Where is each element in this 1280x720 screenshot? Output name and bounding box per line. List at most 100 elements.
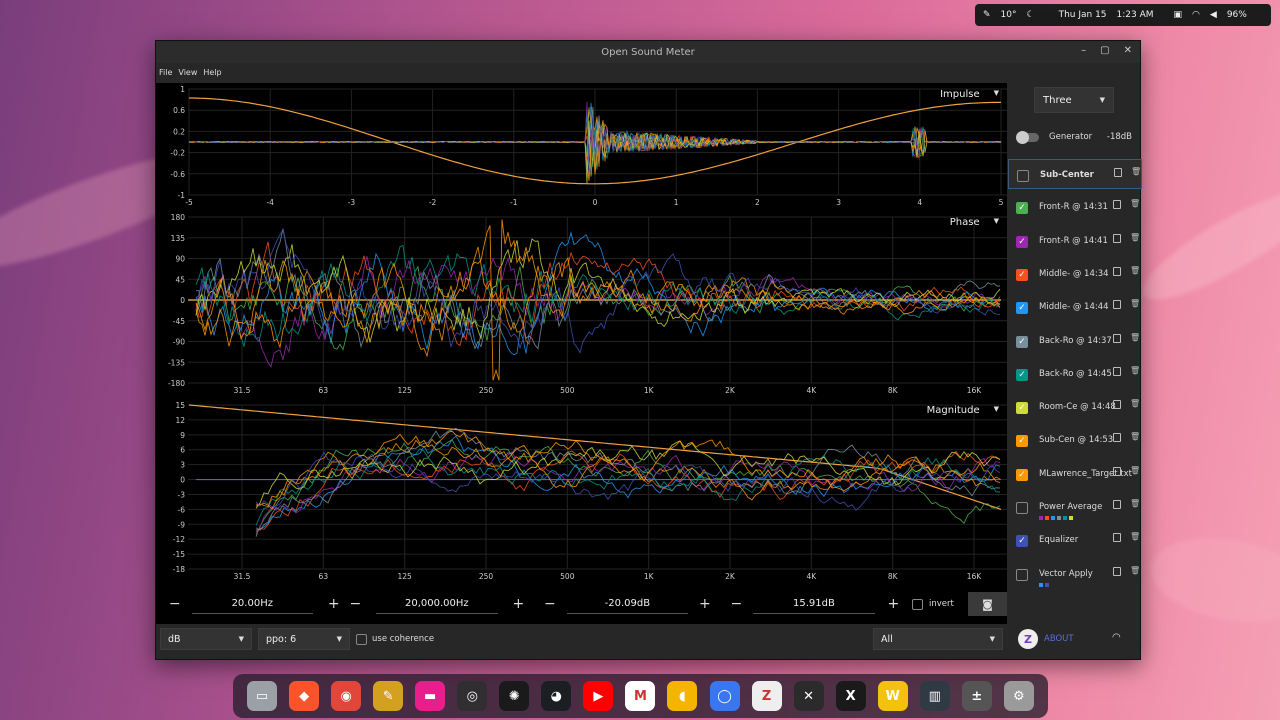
source-checkbox[interactable]: ✓ <box>1016 402 1028 415</box>
delete-icon[interactable]: 🗑 <box>1130 266 1140 275</box>
ppo-select[interactable]: ppo: 6 ▼ <box>258 628 350 650</box>
pen-icon[interactable]: ✎ <box>983 10 991 20</box>
menu-view[interactable]: View <box>178 68 197 77</box>
copy-icon[interactable] <box>1113 433 1121 443</box>
generator-level[interactable]: -18dB <box>1107 132 1132 142</box>
db-max-plus-button[interactable]: + <box>883 596 905 612</box>
source-checkbox[interactable]: ✓ <box>1016 535 1028 548</box>
impulse-selector[interactable]: Impulse ▼ <box>940 89 999 100</box>
dock-w-icon[interactable]: W <box>877 681 908 711</box>
delete-icon[interactable]: 🗑 <box>1130 333 1140 342</box>
dock-chatgpt-icon[interactable]: ✺ <box>499 681 530 711</box>
copy-icon[interactable] <box>1113 300 1121 310</box>
impulse-plot[interactable]: 1 0.6 0.2 -0.2 -0.6 -1 -5 -4 -3 -2 -1 0 1 2 3 4 5 Impuls… <box>156 83 1007 209</box>
phase-plot[interactable]: 180 135 90 45 0 -45 -90 -135 -180 31.5 63 125 250 500… <box>156 211 1007 397</box>
dock-signal-icon[interactable]: ◯ <box>709 681 740 711</box>
db-min-plus-button[interactable]: + <box>694 596 716 612</box>
source-item[interactable]: ✓ Room-Ce @ 14:48 🗑 <box>1008 392 1142 422</box>
dock-files-icon[interactable]: ▭ <box>247 681 278 711</box>
copy-icon[interactable] <box>1113 333 1121 343</box>
dock-youtube-icon[interactable]: ▶ <box>583 681 614 711</box>
source-item[interactable]: ✓ Middle- @ 14:44 🗑 <box>1008 292 1142 322</box>
source-checkbox[interactable]: ✓ <box>1016 368 1028 381</box>
dock-mixer-icon[interactable]: ▥ <box>919 681 950 711</box>
volume-icon[interactable]: ◀ <box>1210 10 1217 20</box>
copy-icon[interactable] <box>1113 533 1121 543</box>
source-item[interactable]: Power Average 🗑 <box>1008 492 1142 522</box>
copy-icon[interactable] <box>1113 200 1121 210</box>
close-icon[interactable]: ✕ <box>1124 45 1132 56</box>
source-item[interactable]: ✓ Equalizer 🗑 <box>1008 525 1142 555</box>
db-min-field[interactable]: -20.09dB <box>566 594 689 614</box>
unit-select[interactable]: dB ▼ <box>160 628 252 650</box>
delete-icon[interactable]: 🗑 <box>1130 499 1140 508</box>
dock-brave-icon[interactable]: ◆ <box>289 681 320 711</box>
magnitude-selector[interactable]: Magnitude ▼ <box>927 405 999 416</box>
title-bar[interactable]: Open Sound Meter – ▢ ✕ <box>156 41 1140 63</box>
copy-icon[interactable] <box>1113 500 1121 509</box>
freq-min-minus-button[interactable]: − <box>164 596 186 612</box>
invert-checkbox[interactable] <box>912 598 923 610</box>
dock-window-icon[interactable]: ▬ <box>415 681 446 711</box>
dock-keep-icon[interactable]: ◖ <box>667 681 698 711</box>
dock-air-icon[interactable]: ✕ <box>793 681 824 711</box>
copy-icon[interactable] <box>1113 566 1121 576</box>
delete-icon[interactable]: 🗑 <box>1131 167 1141 176</box>
coherence-checkbox[interactable] <box>356 634 367 645</box>
dock-chrome-icon[interactable]: ◉ <box>331 681 362 711</box>
delete-icon[interactable]: 🗑 <box>1130 299 1140 308</box>
date-label[interactable]: Thu Jan 15 <box>1059 10 1107 20</box>
source-checkbox[interactable]: ✓ <box>1016 268 1028 281</box>
delete-icon[interactable]: 🗑 <box>1130 399 1140 408</box>
source-item[interactable]: ✓ Front-R @ 14:31 🗑 <box>1008 192 1142 222</box>
magnitude-plot[interactable]: 15 12 9 6 3 0 -3 -6 -9 -12 -15 -18 31.5 63 125 250 500 1K… <box>156 399 1007 583</box>
menu-help[interactable]: Help <box>203 68 221 77</box>
db-max-minus-button[interactable]: − <box>726 596 748 612</box>
freq-max-minus-button[interactable]: − <box>345 596 367 612</box>
generator-toggle[interactable] <box>1016 130 1039 144</box>
copy-icon[interactable] <box>1113 366 1121 376</box>
dock-settings-icon[interactable]: ⚙ <box>1003 681 1034 711</box>
dock-obs-icon[interactable]: ◎ <box>457 681 488 711</box>
source-checkbox[interactable]: ✓ <box>1016 302 1028 315</box>
source-checkbox[interactable]: ✓ <box>1016 335 1028 348</box>
source-item[interactable]: ✓ Back-Ro @ 14:37 🗑 <box>1008 326 1142 356</box>
phase-selector[interactable]: Phase ▼ <box>950 217 999 228</box>
dock-calc-icon[interactable]: ± <box>961 681 992 711</box>
source-checkbox[interactable]: ✓ <box>1016 235 1028 248</box>
copy-icon[interactable] <box>1113 266 1121 276</box>
dock-pen-icon[interactable]: ✎ <box>373 681 404 711</box>
delete-icon[interactable]: 🗑 <box>1130 199 1140 208</box>
delete-icon[interactable]: 🗑 <box>1130 466 1140 475</box>
screen-icon[interactable]: ▣ <box>1174 10 1183 20</box>
source-item[interactable]: ✓ Sub-Cen @ 14:53 🗑 <box>1008 425 1142 455</box>
maximize-icon[interactable]: ▢ <box>1100 45 1109 56</box>
source-item[interactable]: Sub-Center 🗑 <box>1008 159 1142 189</box>
dock-edit-icon[interactable]: X <box>835 681 866 711</box>
dock-gmail-icon[interactable]: M <box>625 681 656 711</box>
source-checkbox[interactable] <box>1017 170 1029 182</box>
filter-select[interactable]: All ▼ <box>873 628 1003 650</box>
source-checkbox[interactable] <box>1016 502 1028 514</box>
camera-button[interactable]: ◙ <box>967 592 1008 616</box>
delete-icon[interactable]: 🗑 <box>1130 366 1140 375</box>
delete-icon[interactable]: 🗑 <box>1130 233 1140 242</box>
source-item[interactable]: ✓ Back-Ro @ 14:45 🗑 <box>1008 359 1142 389</box>
copy-icon[interactable] <box>1113 400 1121 410</box>
source-checkbox[interactable]: ✓ <box>1016 202 1028 215</box>
dock-github-icon[interactable]: ◕ <box>541 681 572 711</box>
copy-icon[interactable] <box>1114 168 1122 177</box>
source-checkbox[interactable]: ✓ <box>1016 435 1028 448</box>
delete-icon[interactable]: 🗑 <box>1130 566 1140 575</box>
time-label[interactable]: 1:23 AM <box>1117 10 1154 20</box>
source-checkbox[interactable] <box>1016 568 1028 581</box>
preset-select[interactable]: Three ▼ <box>1034 87 1114 113</box>
source-item[interactable]: Vector Apply 🗑 <box>1008 559 1142 589</box>
dock-mail-icon[interactable]: Z <box>751 681 782 711</box>
freq-max-field[interactable]: 20,000.00Hz <box>376 594 498 614</box>
source-item[interactable]: ✓ MLawrence_Target.txt 🗑 <box>1008 459 1142 489</box>
minimize-icon[interactable]: – <box>1081 45 1086 56</box>
source-checkbox[interactable]: ✓ <box>1016 468 1028 481</box>
menu-file[interactable]: File <box>159 68 172 77</box>
delete-icon[interactable]: 🗑 <box>1130 432 1140 441</box>
